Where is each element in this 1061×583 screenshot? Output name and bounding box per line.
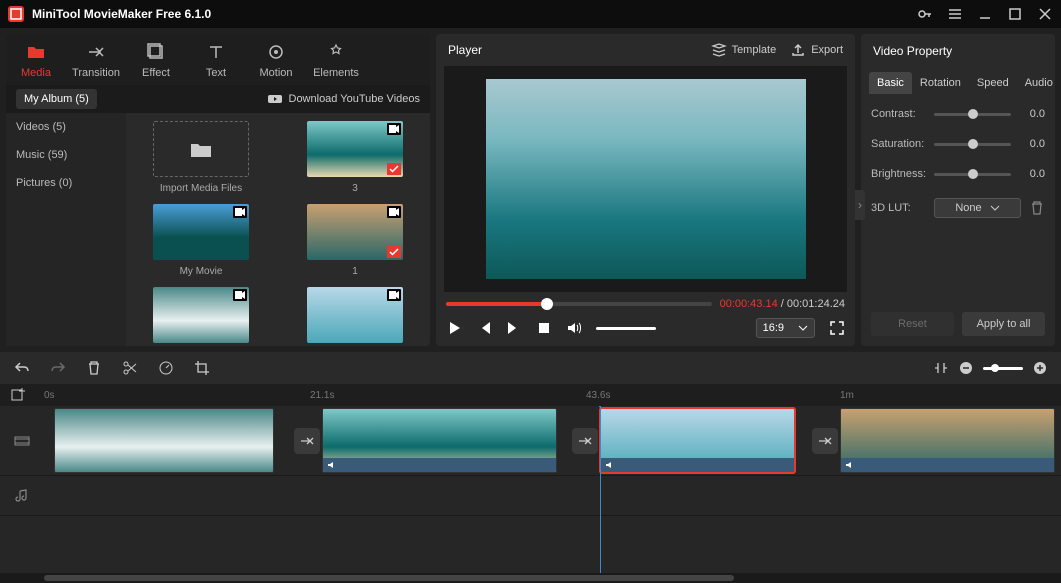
media-sub-bar: My Album (5) Download YouTube Videos <box>6 85 430 113</box>
timeline-toolbar <box>0 352 1061 384</box>
timeline-scrollbar[interactable] <box>0 573 1061 583</box>
media-thumb[interactable]: My Movie <box>134 204 268 277</box>
undo-icon[interactable] <box>14 360 30 376</box>
redo-icon[interactable] <box>50 360 66 376</box>
timecode: 00:00:43.14 / 00:01:24.24 <box>720 298 845 310</box>
video-icon <box>387 123 401 135</box>
brightness-slider[interactable] <box>934 173 1011 176</box>
saturation-row: Saturation: 0.0 <box>871 138 1045 150</box>
video-icon <box>387 289 401 301</box>
stop-button[interactable] <box>536 320 552 336</box>
brightness-row: Brightness: 0.0 <box>871 168 1045 180</box>
media-thumb[interactable] <box>288 287 422 343</box>
aspect-select[interactable]: 16:9 <box>756 318 815 338</box>
key-icon[interactable] <box>917 6 933 22</box>
crop-icon[interactable] <box>194 360 210 376</box>
prop-tab-audio[interactable]: Audio <box>1017 72 1061 94</box>
titlebar: MiniTool MovieMaker Free 6.1.0 <box>0 0 1061 28</box>
media-thumb[interactable] <box>134 287 268 343</box>
media-grid: Import Media Files 3 My Movie 1 <box>126 113 430 346</box>
volume-slider[interactable] <box>596 327 656 330</box>
timeline-clip[interactable] <box>54 408 274 473</box>
check-icon <box>387 246 401 258</box>
media-thumb[interactable]: 1 <box>288 204 422 277</box>
tab-effect[interactable]: Effect <box>126 34 186 85</box>
transition-icon[interactable] <box>572 428 598 454</box>
export-button[interactable]: Export <box>790 42 843 58</box>
audio-track-icon[interactable] <box>0 488 44 504</box>
panel-expand-handle[interactable]: › <box>855 190 865 220</box>
delete-lut-icon[interactable] <box>1029 200 1045 216</box>
fullscreen-icon[interactable] <box>829 320 845 336</box>
timeline-clip[interactable] <box>840 408 1055 473</box>
timeline-ruler[interactable]: 0s 21.1s 43.6s 1m <box>0 384 1061 406</box>
video-icon <box>233 206 247 218</box>
cat-videos[interactable]: Videos (5) <box>6 113 126 141</box>
maximize-icon[interactable] <box>1007 6 1023 22</box>
volume-icon[interactable] <box>566 320 582 336</box>
minimize-icon[interactable] <box>977 6 993 22</box>
prop-tab-rotation[interactable]: Rotation <box>912 72 969 94</box>
menu-icon[interactable] <box>947 6 963 22</box>
audio-track <box>0 476 1061 516</box>
property-panel: Video Property Basic Rotation Speed Audi… <box>861 34 1055 346</box>
album-label[interactable]: My Album (5) <box>16 89 97 109</box>
zoom-in-icon[interactable] <box>1033 361 1047 375</box>
player-preview[interactable] <box>444 66 847 292</box>
play-button[interactable] <box>446 320 462 336</box>
tab-transition[interactable]: Transition <box>66 34 126 85</box>
app-logo <box>8 6 24 22</box>
timeline-clip-selected[interactable] <box>600 408 795 473</box>
template-button[interactable]: Template <box>711 42 777 58</box>
cat-pictures[interactable]: Pictures (0) <box>6 169 126 197</box>
media-thumb[interactable]: 3 <box>288 121 422 194</box>
video-icon <box>233 289 247 301</box>
tab-elements[interactable]: Elements <box>306 34 366 85</box>
split-icon[interactable] <box>122 360 138 376</box>
reset-button[interactable]: Reset <box>871 312 954 336</box>
apply-all-button[interactable]: Apply to all <box>962 312 1045 336</box>
player-label: Player <box>448 43 482 57</box>
app-title: MiniTool MovieMaker Free 6.1.0 <box>32 7 917 21</box>
property-title: Video Property <box>861 34 1055 68</box>
download-youtube-link[interactable]: Download YouTube Videos <box>267 91 421 107</box>
saturation-slider[interactable] <box>934 143 1011 146</box>
tool-tabs: Media Transition Effect Text Motion <box>6 34 430 85</box>
zoom-out-icon[interactable] <box>959 361 973 375</box>
tab-media[interactable]: Media <box>6 34 66 85</box>
add-track-icon[interactable] <box>8 385 28 405</box>
transition-icon[interactable] <box>294 428 320 454</box>
delete-icon[interactable] <box>86 360 102 376</box>
player-panel: Player Template Export 00:00:43.14 / 00:… <box>436 34 855 346</box>
prop-tab-speed[interactable]: Speed <box>969 72 1017 94</box>
prop-tab-basic[interactable]: Basic <box>869 72 912 94</box>
transition-icon[interactable] <box>812 428 838 454</box>
video-track <box>0 406 1061 476</box>
close-icon[interactable] <box>1037 6 1053 22</box>
player-controls: 00:00:43.14 / 00:01:24.24 16:9 <box>436 292 855 346</box>
lut-row: 3D LUT: None <box>871 198 1045 218</box>
import-media-button[interactable]: Import Media Files <box>134 121 268 194</box>
media-categories: Videos (5) Music (59) Pictures (0) <box>6 113 126 346</box>
contrast-slider[interactable] <box>934 113 1011 116</box>
tab-motion[interactable]: Motion <box>246 34 306 85</box>
media-panel: Media Transition Effect Text Motion <box>6 34 430 346</box>
playhead[interactable] <box>600 406 601 573</box>
check-icon <box>387 163 401 175</box>
fit-icon[interactable] <box>933 360 949 376</box>
video-icon <box>387 206 401 218</box>
lut-select[interactable]: None <box>934 198 1021 218</box>
timeline-clip[interactable] <box>322 408 557 473</box>
cat-music[interactable]: Music (59) <box>6 141 126 169</box>
video-track-icon[interactable] <box>0 433 44 449</box>
timeline-panel: 0s 21.1s 43.6s 1m <box>0 352 1061 583</box>
progress-bar[interactable] <box>446 302 712 306</box>
contrast-row: Contrast: 0.0 <box>871 108 1045 120</box>
speed-icon[interactable] <box>158 360 174 376</box>
next-button[interactable] <box>506 320 522 336</box>
property-tabs: Basic Rotation Speed Audio <box>869 72 1047 94</box>
prev-button[interactable] <box>476 320 492 336</box>
tab-text[interactable]: Text <box>186 34 246 85</box>
zoom-slider[interactable] <box>983 367 1023 370</box>
